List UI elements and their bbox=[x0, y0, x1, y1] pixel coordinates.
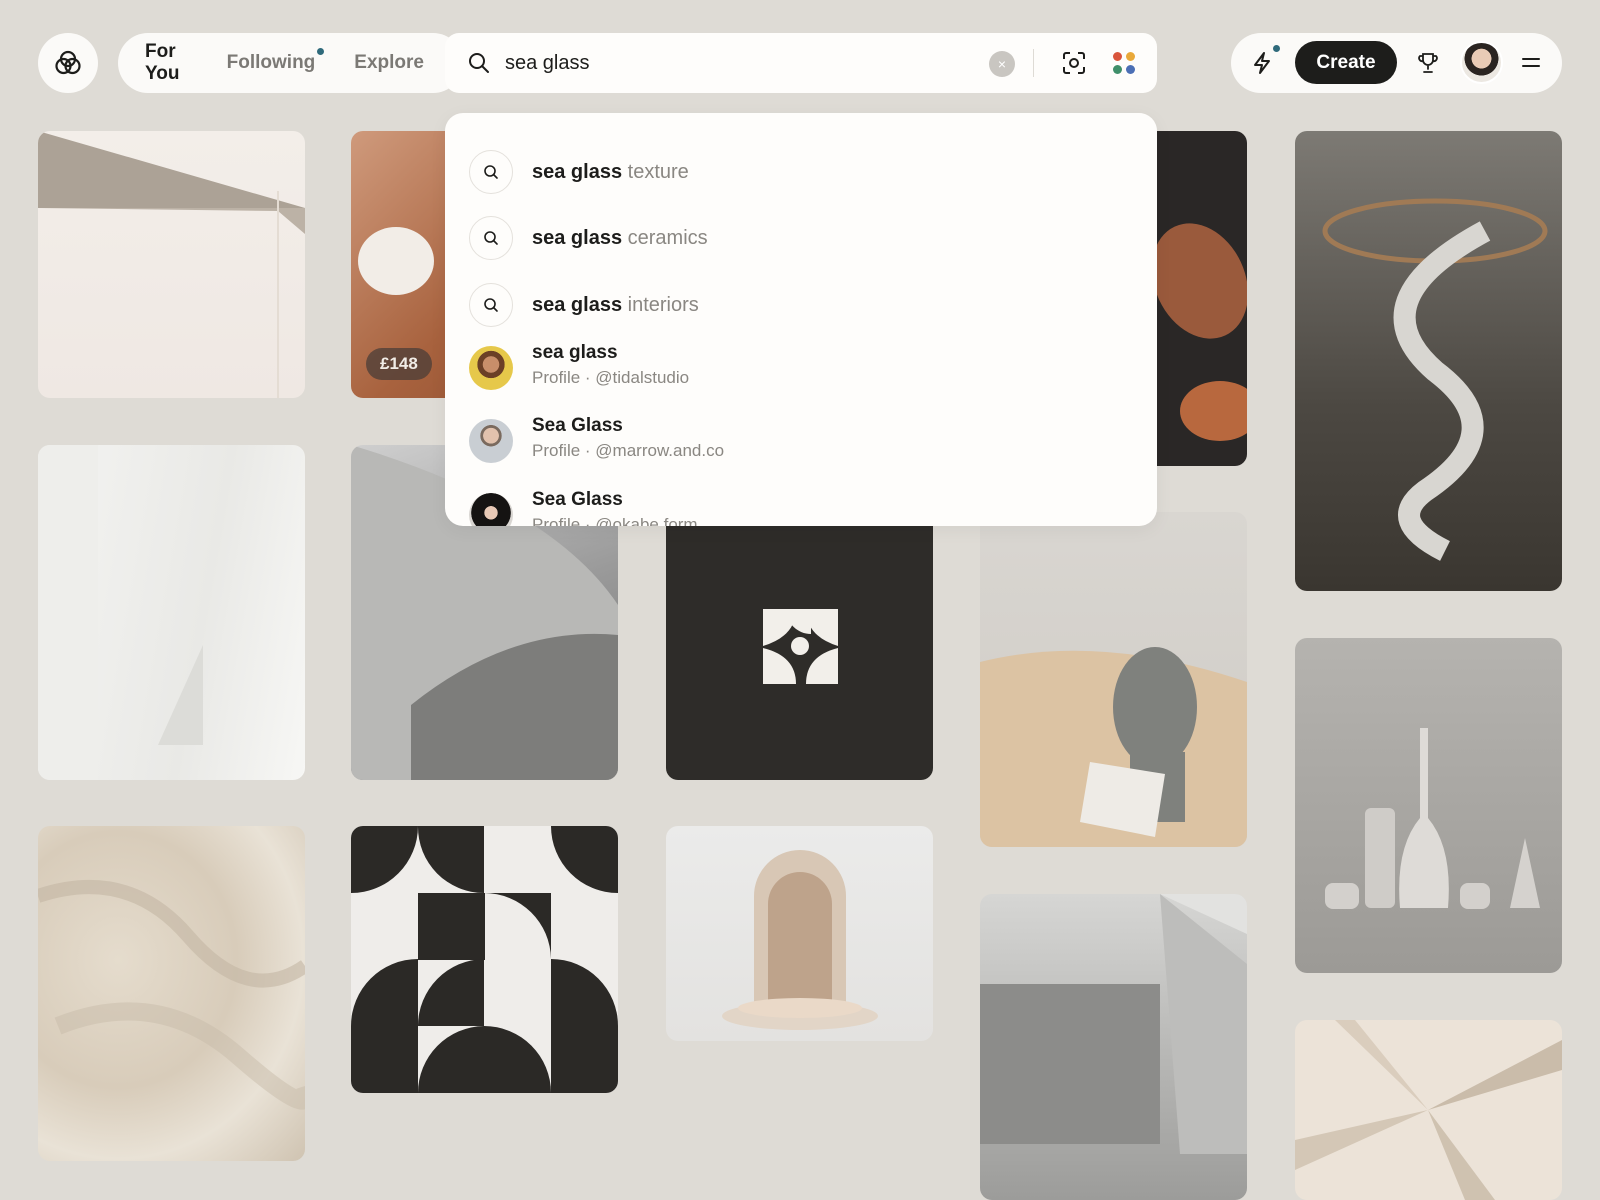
trophy-icon[interactable] bbox=[1417, 51, 1439, 75]
apps-dot bbox=[1126, 52, 1135, 61]
pin-geo-pattern[interactable] bbox=[351, 826, 618, 1093]
profile-name: Sea Glass bbox=[532, 415, 623, 436]
concrete-stair-art bbox=[980, 894, 1247, 1154]
menu-icon[interactable] bbox=[1522, 53, 1540, 73]
pin-dark-emblem[interactable] bbox=[666, 496, 933, 780]
logo-icon bbox=[55, 50, 81, 75]
apps-dot bbox=[1126, 65, 1135, 74]
emblem-icon bbox=[761, 609, 838, 684]
profile-name: Sea Glass bbox=[532, 489, 623, 510]
profile-handle: Profile · @marrow.and.co bbox=[532, 441, 725, 460]
suggestion-item[interactable]: sea glass interiors bbox=[445, 276, 1157, 334]
profile-handle: Profile · @tidalstudio bbox=[532, 368, 690, 387]
search-bar: × bbox=[445, 33, 1157, 93]
apps-icon[interactable] bbox=[1113, 52, 1135, 74]
pin-arch-pedestal[interactable] bbox=[666, 826, 933, 1041]
tab-for-you[interactable]: For You bbox=[145, 41, 188, 85]
pin-sculpture-head[interactable] bbox=[980, 512, 1247, 847]
price-tag: £148 bbox=[366, 348, 432, 380]
clear-search-button[interactable]: × bbox=[989, 51, 1015, 77]
avatar bbox=[469, 493, 513, 526]
profile-name: sea glass bbox=[532, 342, 618, 363]
logo-button[interactable] bbox=[38, 33, 98, 93]
feed-tabs: For You Following Explore bbox=[118, 33, 463, 93]
pin-paper-star[interactable] bbox=[1295, 1020, 1562, 1200]
notification-dot bbox=[317, 48, 325, 55]
search-suggestions: sea glass texture sea glass ceramics sea… bbox=[445, 113, 1157, 526]
paper-fold-art bbox=[38, 131, 305, 398]
apps-dot bbox=[1113, 52, 1122, 61]
notification-dot bbox=[1273, 45, 1280, 52]
create-button[interactable]: Create bbox=[1295, 41, 1397, 84]
suggestion-item[interactable]: sea glass texture bbox=[445, 143, 1157, 201]
tab-following[interactable]: Following bbox=[226, 48, 325, 74]
pin-white-room[interactable] bbox=[38, 445, 305, 780]
search-icon bbox=[469, 150, 513, 194]
white-room-art bbox=[38, 445, 203, 780]
search-input[interactable] bbox=[505, 43, 945, 83]
arch-pedestal-art bbox=[722, 850, 878, 1030]
bolt-icon[interactable] bbox=[1251, 51, 1273, 75]
paper-star-art bbox=[1295, 1020, 1562, 1200]
profile-handle: Profile · @okabe.form bbox=[532, 515, 698, 526]
profile-result[interactable]: Sea Glass Profile · @okabe.form bbox=[445, 485, 1157, 526]
avatar bbox=[469, 346, 513, 390]
vase-still-life-art bbox=[1325, 728, 1540, 909]
linen-fabric-art bbox=[38, 880, 305, 1110]
search-icon bbox=[469, 283, 513, 327]
search-icon bbox=[469, 53, 489, 73]
pin-paper-fold[interactable] bbox=[38, 131, 305, 398]
pin-linen-fabric[interactable] bbox=[38, 826, 305, 1161]
tab-following-label: Following bbox=[226, 52, 316, 73]
tab-explore[interactable]: Explore bbox=[354, 52, 424, 74]
scan-icon[interactable] bbox=[1061, 50, 1087, 76]
profile-result[interactable]: sea glass Profile · @tidalstudio bbox=[445, 338, 1157, 402]
pin-spiral-stair[interactable] bbox=[1295, 131, 1562, 591]
divider bbox=[1033, 49, 1034, 77]
suggestion-text: sea glass interiors bbox=[532, 293, 699, 316]
suggestion-text: sea glass texture bbox=[532, 160, 689, 183]
avatar[interactable] bbox=[1460, 41, 1503, 84]
sculpture-head-art bbox=[980, 647, 1247, 847]
apps-dot bbox=[1113, 65, 1122, 74]
pin-concrete-stair[interactable] bbox=[980, 894, 1247, 1200]
pin-vase-still-life[interactable] bbox=[1295, 638, 1562, 973]
search-icon bbox=[469, 216, 513, 260]
suggestion-item[interactable]: sea glass ceramics bbox=[445, 209, 1157, 267]
header-actions: Create bbox=[1231, 33, 1562, 93]
geo-pattern-art bbox=[351, 826, 618, 1093]
spiral-stair-art bbox=[1322, 198, 1548, 561]
profile-result[interactable]: Sea Glass Profile · @marrow.and.co bbox=[445, 411, 1157, 475]
avatar bbox=[469, 419, 513, 463]
suggestion-text: sea glass ceramics bbox=[532, 226, 708, 249]
